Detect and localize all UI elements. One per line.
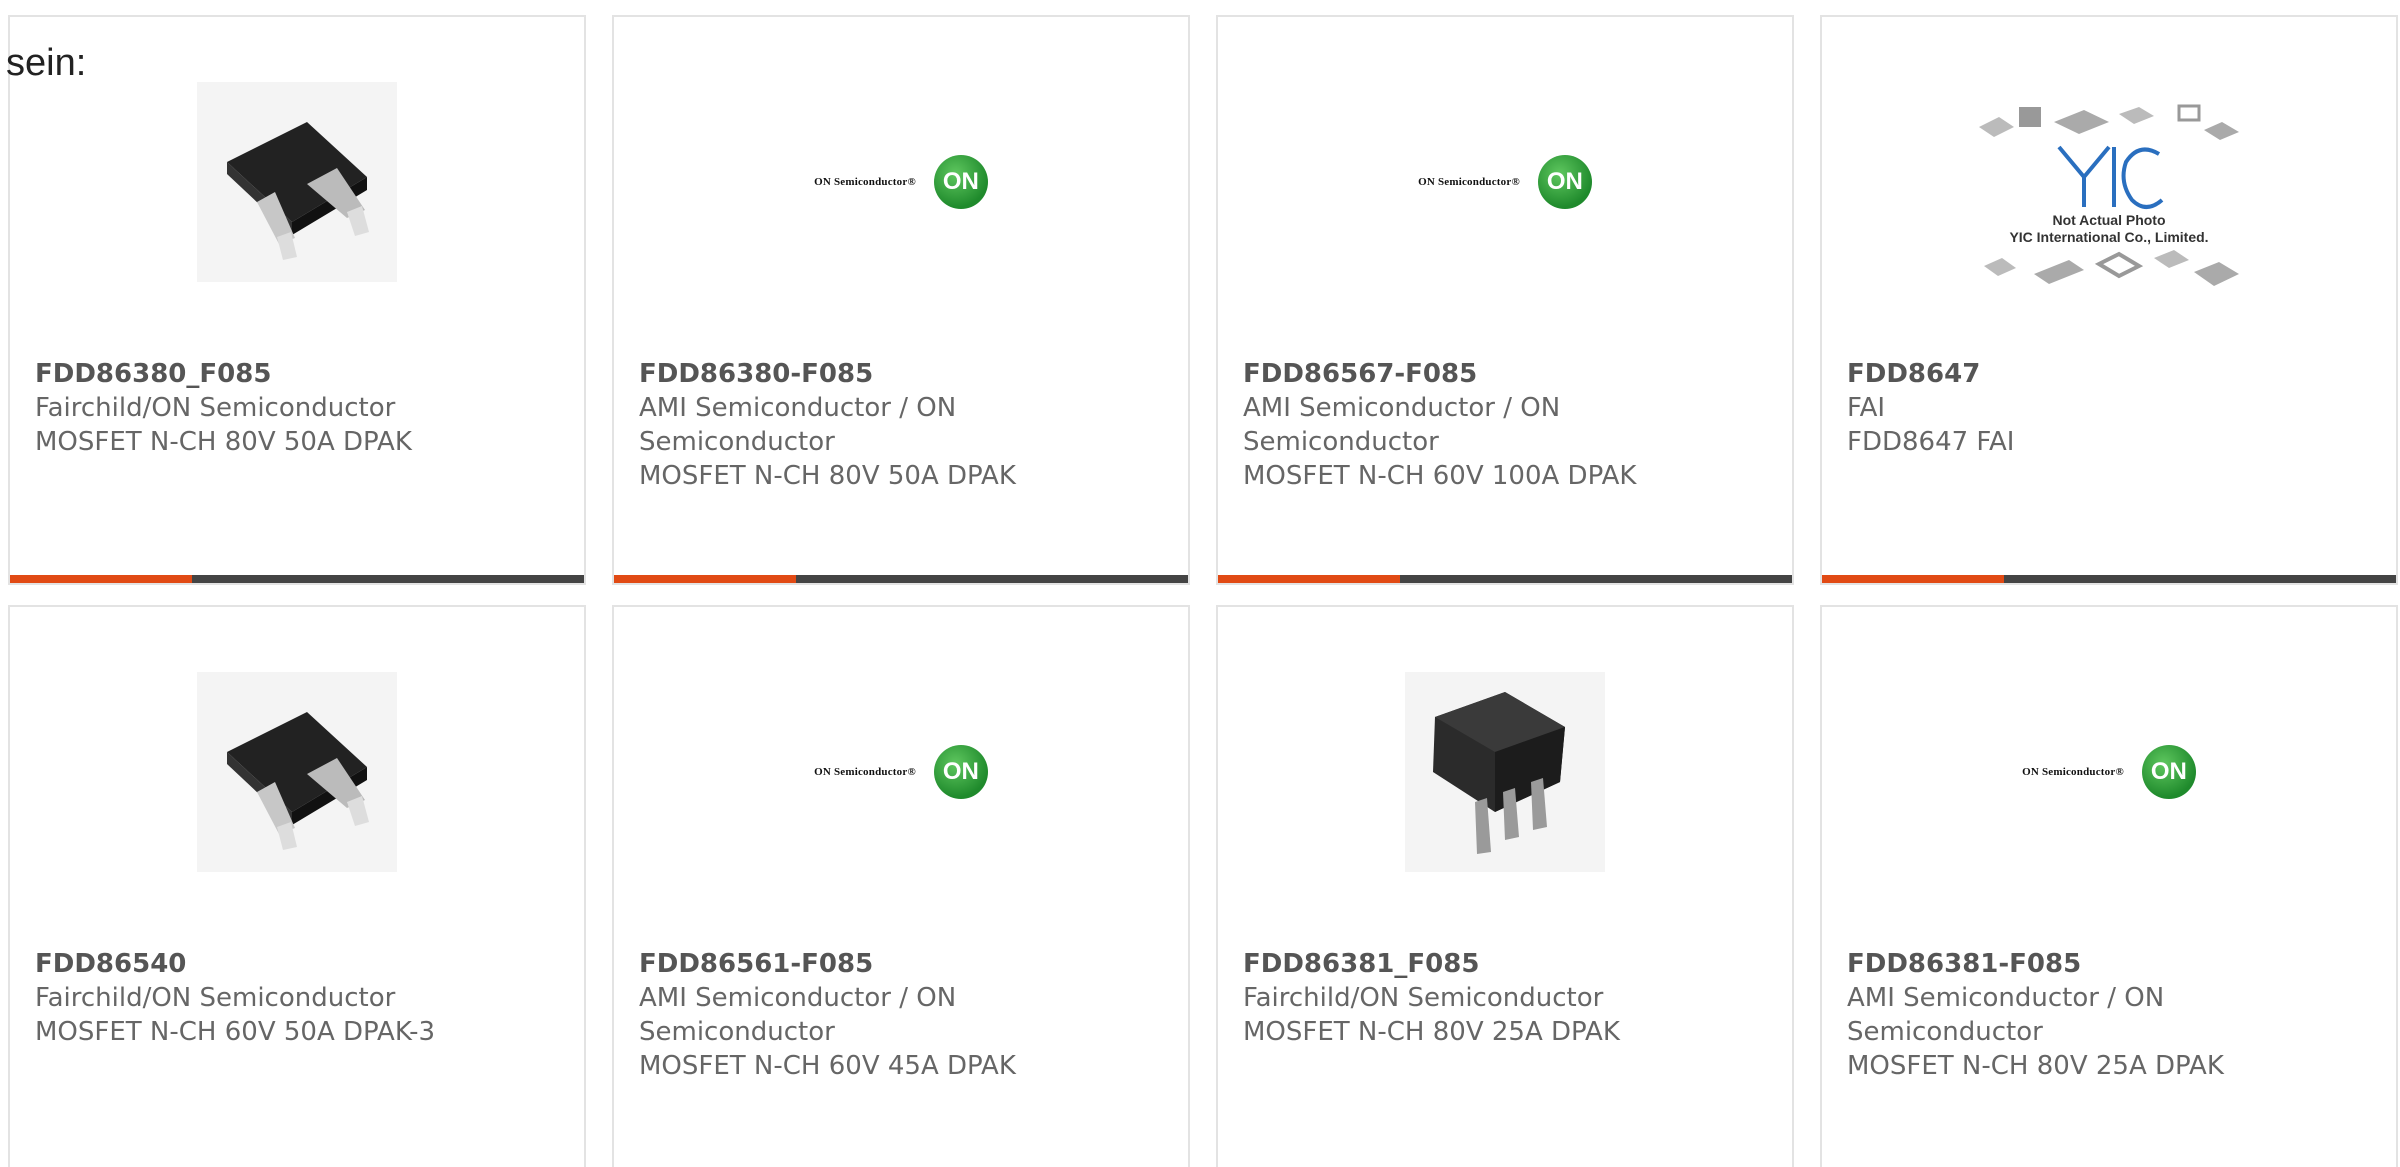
description: MOSFET N-CH 60V 100A DPAK bbox=[1243, 461, 1637, 491]
product-info: FDD86540 Fairchild/ON Semiconductor MOSF… bbox=[35, 947, 544, 1049]
yic-placeholder-image: Not Actual Photo YIC International Co., … bbox=[1974, 102, 2244, 294]
product-grid-page: sein: FDD86380_F085 Fairchild/ON Semicon… bbox=[0, 0, 2400, 1167]
description: MOSFET N-CH 60V 45A DPAK bbox=[639, 1051, 1016, 1081]
product-image[interactable] bbox=[10, 77, 584, 287]
product-image[interactable]: ON Semiconductor® ON bbox=[1218, 77, 1792, 287]
part-number-link[interactable]: FDD86380_F085 bbox=[35, 357, 544, 391]
dpak-package-icon bbox=[197, 672, 397, 872]
manufacturer: Fairchild/ON Semiconductor bbox=[35, 393, 396, 423]
product-image[interactable]: ON Semiconductor® ON bbox=[1822, 667, 2396, 877]
product-card[interactable]: FDD86381_F085 Fairchild/ON Semiconductor… bbox=[1216, 605, 1794, 1167]
yic-caption-line2: YIC International Co., Limited. bbox=[2009, 229, 2209, 245]
on-logo-icon: ON bbox=[2141, 745, 2196, 799]
card-bar-accent bbox=[10, 575, 192, 583]
product-card[interactable]: ON Semiconductor® ON FDD86561-F085 AMI S… bbox=[612, 605, 1190, 1167]
on-semiconductor-logo: ON Semiconductor® ON bbox=[1418, 155, 1592, 209]
on-logo-icon: ON bbox=[1537, 155, 1592, 209]
manufacturer: AMI Semiconductor / ON Semiconductor bbox=[639, 393, 957, 457]
logo-text: ON Semiconductor® bbox=[2022, 766, 2124, 778]
product-image[interactable]: Not Actual Photo YIC International Co., … bbox=[1822, 102, 2396, 352]
description: MOSFET N-CH 80V 25A DPAK bbox=[1243, 1017, 1620, 1047]
card-bar-accent bbox=[1822, 575, 2004, 583]
product-image[interactable]: ON Semiconductor® ON bbox=[614, 667, 1188, 877]
product-info: FDD86567-F085 AMI Semiconductor / ON Sem… bbox=[1243, 357, 1752, 493]
description: MOSFET N-CH 80V 50A DPAK bbox=[639, 461, 1016, 491]
intro-text: sein: bbox=[6, 42, 87, 84]
product-info: FDD86381_F085 Fairchild/ON Semiconductor… bbox=[1243, 947, 1752, 1049]
logo-text: ON Semiconductor® bbox=[814, 766, 916, 778]
yic-logo-icon bbox=[2057, 145, 2164, 209]
product-card[interactable]: FDD86540 Fairchild/ON Semiconductor MOSF… bbox=[8, 605, 586, 1167]
description: MOSFET N-CH 60V 50A DPAK-3 bbox=[35, 1017, 436, 1047]
manufacturer: Fairchild/ON Semiconductor bbox=[1243, 983, 1604, 1013]
product-image[interactable]: ON Semiconductor® ON bbox=[614, 77, 1188, 287]
logo-text: ON Semiconductor® bbox=[1418, 176, 1520, 188]
card-bar bbox=[10, 575, 584, 583]
part-number-link[interactable]: FDD86540 bbox=[35, 947, 544, 981]
on-semiconductor-logo: ON Semiconductor® ON bbox=[814, 745, 988, 799]
product-info: FDD86380_F085 Fairchild/ON Semiconductor… bbox=[35, 357, 544, 459]
part-number-link[interactable]: FDD86381_F085 bbox=[1243, 947, 1752, 981]
chip-packages-icon bbox=[1979, 104, 2239, 140]
on-logo-icon: ON bbox=[933, 745, 988, 799]
on-semiconductor-logo: ON Semiconductor® ON bbox=[2022, 745, 2196, 799]
product-info: FDD86561-F085 AMI Semiconductor / ON Sem… bbox=[639, 947, 1148, 1083]
yic-caption-line1: Not Actual Photo bbox=[2052, 212, 2166, 228]
product-info: FDD86381-F085 AMI Semiconductor / ON Sem… bbox=[1847, 947, 2356, 1083]
part-number-link[interactable]: FDD86380-F085 bbox=[639, 357, 1148, 391]
product-card[interactable]: Not Actual Photo YIC International Co., … bbox=[1820, 15, 2398, 585]
manufacturer: AMI Semiconductor / ON Semiconductor bbox=[1847, 983, 2165, 1047]
description: MOSFET N-CH 80V 50A DPAK bbox=[35, 427, 412, 457]
card-bar bbox=[1218, 575, 1792, 583]
card-bar-accent bbox=[1218, 575, 1400, 583]
product-card[interactable]: ON Semiconductor® ON FDD86381-F085 AMI S… bbox=[1820, 605, 2398, 1167]
part-number-link[interactable]: FDD86561-F085 bbox=[639, 947, 1148, 981]
product-image[interactable] bbox=[1218, 667, 1792, 877]
product-card[interactable]: FDD86380_F085 Fairchild/ON Semiconductor… bbox=[8, 15, 586, 585]
manufacturer: Fairchild/ON Semiconductor bbox=[35, 983, 396, 1013]
card-bar-accent bbox=[614, 575, 796, 583]
product-card[interactable]: ON Semiconductor® ON FDD86567-F085 AMI S… bbox=[1216, 15, 1794, 585]
card-bar bbox=[1822, 575, 2396, 583]
part-number-link[interactable]: FDD86567-F085 bbox=[1243, 357, 1752, 391]
part-number-link[interactable]: FDD8647 bbox=[1847, 357, 2356, 391]
manufacturer: AMI Semiconductor / ON Semiconductor bbox=[639, 983, 957, 1047]
product-card[interactable]: ON Semiconductor® ON FDD86380-F085 AMI S… bbox=[612, 15, 1190, 585]
card-bar bbox=[614, 575, 1188, 583]
dpak-package-icon bbox=[197, 82, 397, 282]
description: FDD8647 FAI bbox=[1847, 427, 2015, 457]
part-number-link[interactable]: FDD86381-F085 bbox=[1847, 947, 2356, 981]
on-semiconductor-logo: ON Semiconductor® ON bbox=[814, 155, 988, 209]
product-info: FDD8647 FAI FDD8647 FAI bbox=[1847, 357, 2356, 459]
chip-packages-icon bbox=[1984, 250, 2239, 286]
product-info: FDD86380-F085 AMI Semiconductor / ON Sem… bbox=[639, 357, 1148, 493]
yic-caption: Not Actual Photo YIC International Co., … bbox=[2009, 212, 2208, 246]
manufacturer: FAI bbox=[1847, 393, 1886, 423]
on-logo-icon: ON bbox=[933, 155, 988, 209]
description: MOSFET N-CH 80V 25A DPAK bbox=[1847, 1051, 2224, 1081]
manufacturer: AMI Semiconductor / ON Semiconductor bbox=[1243, 393, 1561, 457]
product-image[interactable] bbox=[10, 667, 584, 877]
d2pak-package-icon bbox=[1405, 672, 1605, 872]
logo-text: ON Semiconductor® bbox=[814, 176, 916, 188]
